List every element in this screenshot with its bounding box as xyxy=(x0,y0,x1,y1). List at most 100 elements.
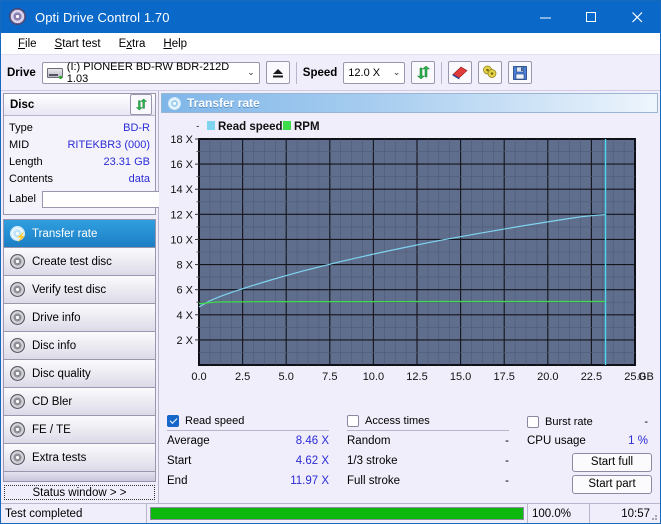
result-key: Start xyxy=(167,455,192,467)
result-value: - xyxy=(505,455,509,467)
sidebar-item-create-test-disc[interactable]: Create test disc xyxy=(4,248,155,276)
burst-rate-value: - xyxy=(644,415,648,428)
results-panel: Read speed Average 8.46 X Start 4.62 X E… xyxy=(161,409,658,501)
sidebar-item-transfer-rate[interactable]: ⚡ Transfer rate xyxy=(4,220,155,248)
sidebar-item-cd-bler[interactable]: CD Bler xyxy=(4,388,155,416)
svg-text:0.0: 0.0 xyxy=(191,371,206,383)
progress-percent: 100.0% xyxy=(528,504,590,523)
sidebar-filler xyxy=(4,472,155,482)
drive-icon xyxy=(46,66,63,80)
disc-row-mid: MID RITEKBR3 (000) xyxy=(9,136,150,153)
svg-text:12.5: 12.5 xyxy=(406,371,427,383)
speed-select[interactable]: 12.0 X ⌄ xyxy=(343,61,406,84)
drive-select[interactable]: (I:) PIONEER BD-RW BDR-212D 1.03 ⌄ xyxy=(41,60,260,85)
menu-help[interactable]: Help xyxy=(154,36,196,52)
svg-text:7.5: 7.5 xyxy=(322,371,337,383)
resize-grip[interactable] xyxy=(648,511,658,521)
sidebar-item-drive-info[interactable]: Drive info xyxy=(4,304,155,332)
chart-svg: Read speed RPM 2 X 4 X 6 X 8 X 10 X 12 X 14 X 16 … xyxy=(170,121,654,383)
access-times-title: Access times xyxy=(365,415,430,427)
drive-select-value: (I:) PIONEER BD-RW BDR-212D 1.03 xyxy=(66,60,230,85)
start-part-row: Start part xyxy=(527,473,652,495)
menu-file[interactable]: File xyxy=(9,36,46,52)
disc-row-key: Type xyxy=(9,121,33,134)
transfer-rate-chart[interactable]: Read speed RPM 2 X 4 X 6 X 8 X 10 X 12 X 14 X 16 … xyxy=(161,113,658,409)
sidebar-item-verify-test-disc[interactable]: Verify test disc xyxy=(4,276,155,304)
result-key: Full stroke xyxy=(347,475,401,487)
result-key: 1/3 stroke xyxy=(347,455,398,467)
access-times-checkbox[interactable] xyxy=(347,415,359,427)
result-row-end: End 11.97 X xyxy=(167,471,347,491)
app-window: Opti Drive Control 1.70 File Start test … xyxy=(0,0,661,524)
result-value: 1 % xyxy=(628,435,648,447)
svg-text:12 X: 12 X xyxy=(170,209,193,221)
disc-row-contents: Contents data xyxy=(9,170,150,187)
title-bar: Opti Drive Control 1.70 xyxy=(1,1,660,33)
start-part-button[interactable]: Start part xyxy=(572,474,652,494)
result-row-start: Start 4.62 X xyxy=(167,451,347,471)
minimize-button[interactable] xyxy=(522,1,568,33)
disc-icon xyxy=(168,96,181,110)
start-full-button[interactable]: Start full xyxy=(572,452,652,472)
svg-text:2 X: 2 X xyxy=(176,335,193,347)
svg-text:10 X: 10 X xyxy=(170,234,193,246)
burst-rate-checkbox[interactable] xyxy=(527,415,539,428)
progress-bar xyxy=(150,507,524,520)
sidebar-item-fe-te[interactable]: FE / TE xyxy=(4,416,155,444)
maximize-button[interactable] xyxy=(568,1,614,33)
sidebar-item-disc-info[interactable]: Disc info xyxy=(4,332,155,360)
refresh-button[interactable] xyxy=(411,61,436,84)
speed-select-value: 12.0 X xyxy=(348,66,381,79)
sidebar-item-label: FE / TE xyxy=(32,423,71,436)
disc-row-key: Contents xyxy=(9,172,54,185)
svg-text:5.0: 5.0 xyxy=(279,371,294,383)
sidebar-item-disc-quality[interactable]: Disc quality xyxy=(4,360,155,388)
svg-text:2.5: 2.5 xyxy=(235,371,250,383)
menu-start-test[interactable]: Start test xyxy=(46,36,110,52)
result-row-average: Average 8.46 X xyxy=(167,431,347,451)
disc-row-key: Length xyxy=(9,155,43,168)
sidebar: Disc Type BD-R MID RITEKBR3 (000) Length… xyxy=(1,91,245,503)
main-panel: Transfer rate Read speed RPM 2 X 4 X 6 X 8 X 1… xyxy=(159,91,660,503)
disc-panel: Disc Type BD-R MID RITEKBR3 (000) Length… xyxy=(3,93,245,215)
drive-label: Drive xyxy=(7,66,36,79)
save-button[interactable] xyxy=(508,61,533,84)
disc-icon xyxy=(10,282,25,297)
status-window-button[interactable]: Status window > > xyxy=(4,485,155,500)
svg-text:18 X: 18 X xyxy=(170,134,193,146)
eject-button[interactable] xyxy=(265,61,290,84)
result-value: - xyxy=(505,475,509,487)
settings-button[interactable] xyxy=(478,61,503,84)
svg-text:15.0: 15.0 xyxy=(450,371,471,383)
menu-extra[interactable]: Extra xyxy=(110,36,155,52)
main-body: Disc Type BD-R MID RITEKBR3 (000) Length… xyxy=(1,91,660,503)
disc-refresh-button[interactable] xyxy=(130,94,152,115)
sidebar-nav: ⚡ Transfer rate Create test disc Verify … xyxy=(3,219,156,482)
close-button[interactable] xyxy=(614,1,660,33)
access-times-header: Access times xyxy=(347,413,509,431)
disc-icon xyxy=(10,422,25,437)
window-title: Opti Drive Control 1.70 xyxy=(35,9,170,25)
result-row-random: Random - xyxy=(347,431,527,451)
sidebar-item-label: CD Bler xyxy=(32,395,73,408)
svg-text:16 X: 16 X xyxy=(170,159,193,171)
disc-icon xyxy=(10,366,25,381)
result-key: Random xyxy=(347,435,391,447)
disc-icon: ⚡ xyxy=(10,226,27,242)
result-row-full-stroke: Full stroke - xyxy=(347,471,527,491)
disc-rows: Type BD-R MID RITEKBR3 (000) Length 23.3… xyxy=(4,116,245,214)
result-key: Average xyxy=(167,435,210,447)
sidebar-item-extra-tests[interactable]: Extra tests xyxy=(4,444,155,472)
result-value: 4.62 X xyxy=(295,455,329,467)
status-bar: Test completed 100.0% 10:57 xyxy=(1,503,660,523)
read-speed-header: Read speed xyxy=(167,413,329,431)
disc-panel-title: Disc xyxy=(10,98,35,111)
erase-button[interactable] xyxy=(448,61,473,84)
sidebar-item-label: Verify test disc xyxy=(32,283,107,296)
disc-row-length: Length 23.31 GB xyxy=(9,153,150,170)
disc-icon xyxy=(10,394,25,409)
access-times-column: Access times Random - 1/3 stroke - Full … xyxy=(347,413,527,501)
disc-label-key: Label xyxy=(9,193,36,205)
read-speed-checkbox[interactable] xyxy=(167,415,179,427)
chevron-down-icon: ⌄ xyxy=(247,67,255,77)
